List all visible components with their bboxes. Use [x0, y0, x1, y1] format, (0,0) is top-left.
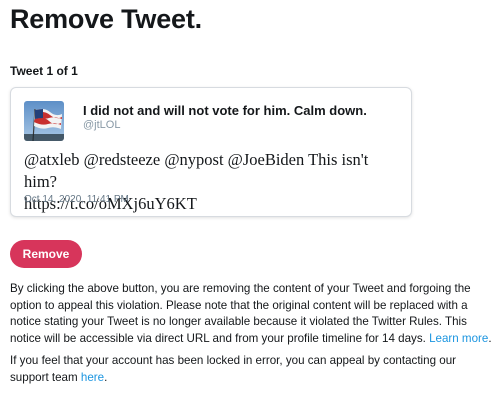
remove-button[interactable]: Remove — [10, 240, 82, 268]
tweet-author-name: I did not and will not vote for him. Cal… — [83, 103, 367, 118]
support-team-link[interactable]: here — [81, 371, 104, 384]
tweet-timestamp: Oct 14, 2020, 11:41 PM — [24, 194, 129, 205]
tweet-card: I did not and will not vote for him. Cal… — [10, 87, 412, 217]
removal-explanation-text: By clicking the above button, you are re… — [10, 282, 471, 345]
tweet-text: @atxleb @redsteeze @nypost @JoeBiden Thi… — [24, 149, 404, 215]
learn-more-link[interactable]: Learn more — [429, 332, 488, 345]
appeal-explanation-text: If you feel that your account has been l… — [10, 354, 456, 384]
remove-tweet-page: Remove Tweet. Tweet 1 of 1 I did not and… — [0, 0, 500, 400]
tweet-text-line: @atxleb @redsteeze @nypost @JoeBiden Thi… — [24, 150, 369, 191]
tweet-author-handle: @jtLOL — [83, 119, 121, 131]
tweet-count-label: Tweet 1 of 1 — [10, 64, 78, 78]
appeal-explanation: If you feel that your account has been l… — [10, 353, 492, 386]
removal-explanation-end: . — [488, 331, 492, 345]
removal-explanation: By clicking the above button, you are re… — [10, 281, 492, 347]
page-title: Remove Tweet. — [10, 4, 202, 34]
flag-avatar-icon[interactable] — [24, 101, 64, 141]
appeal-explanation-end: . — [104, 370, 108, 384]
